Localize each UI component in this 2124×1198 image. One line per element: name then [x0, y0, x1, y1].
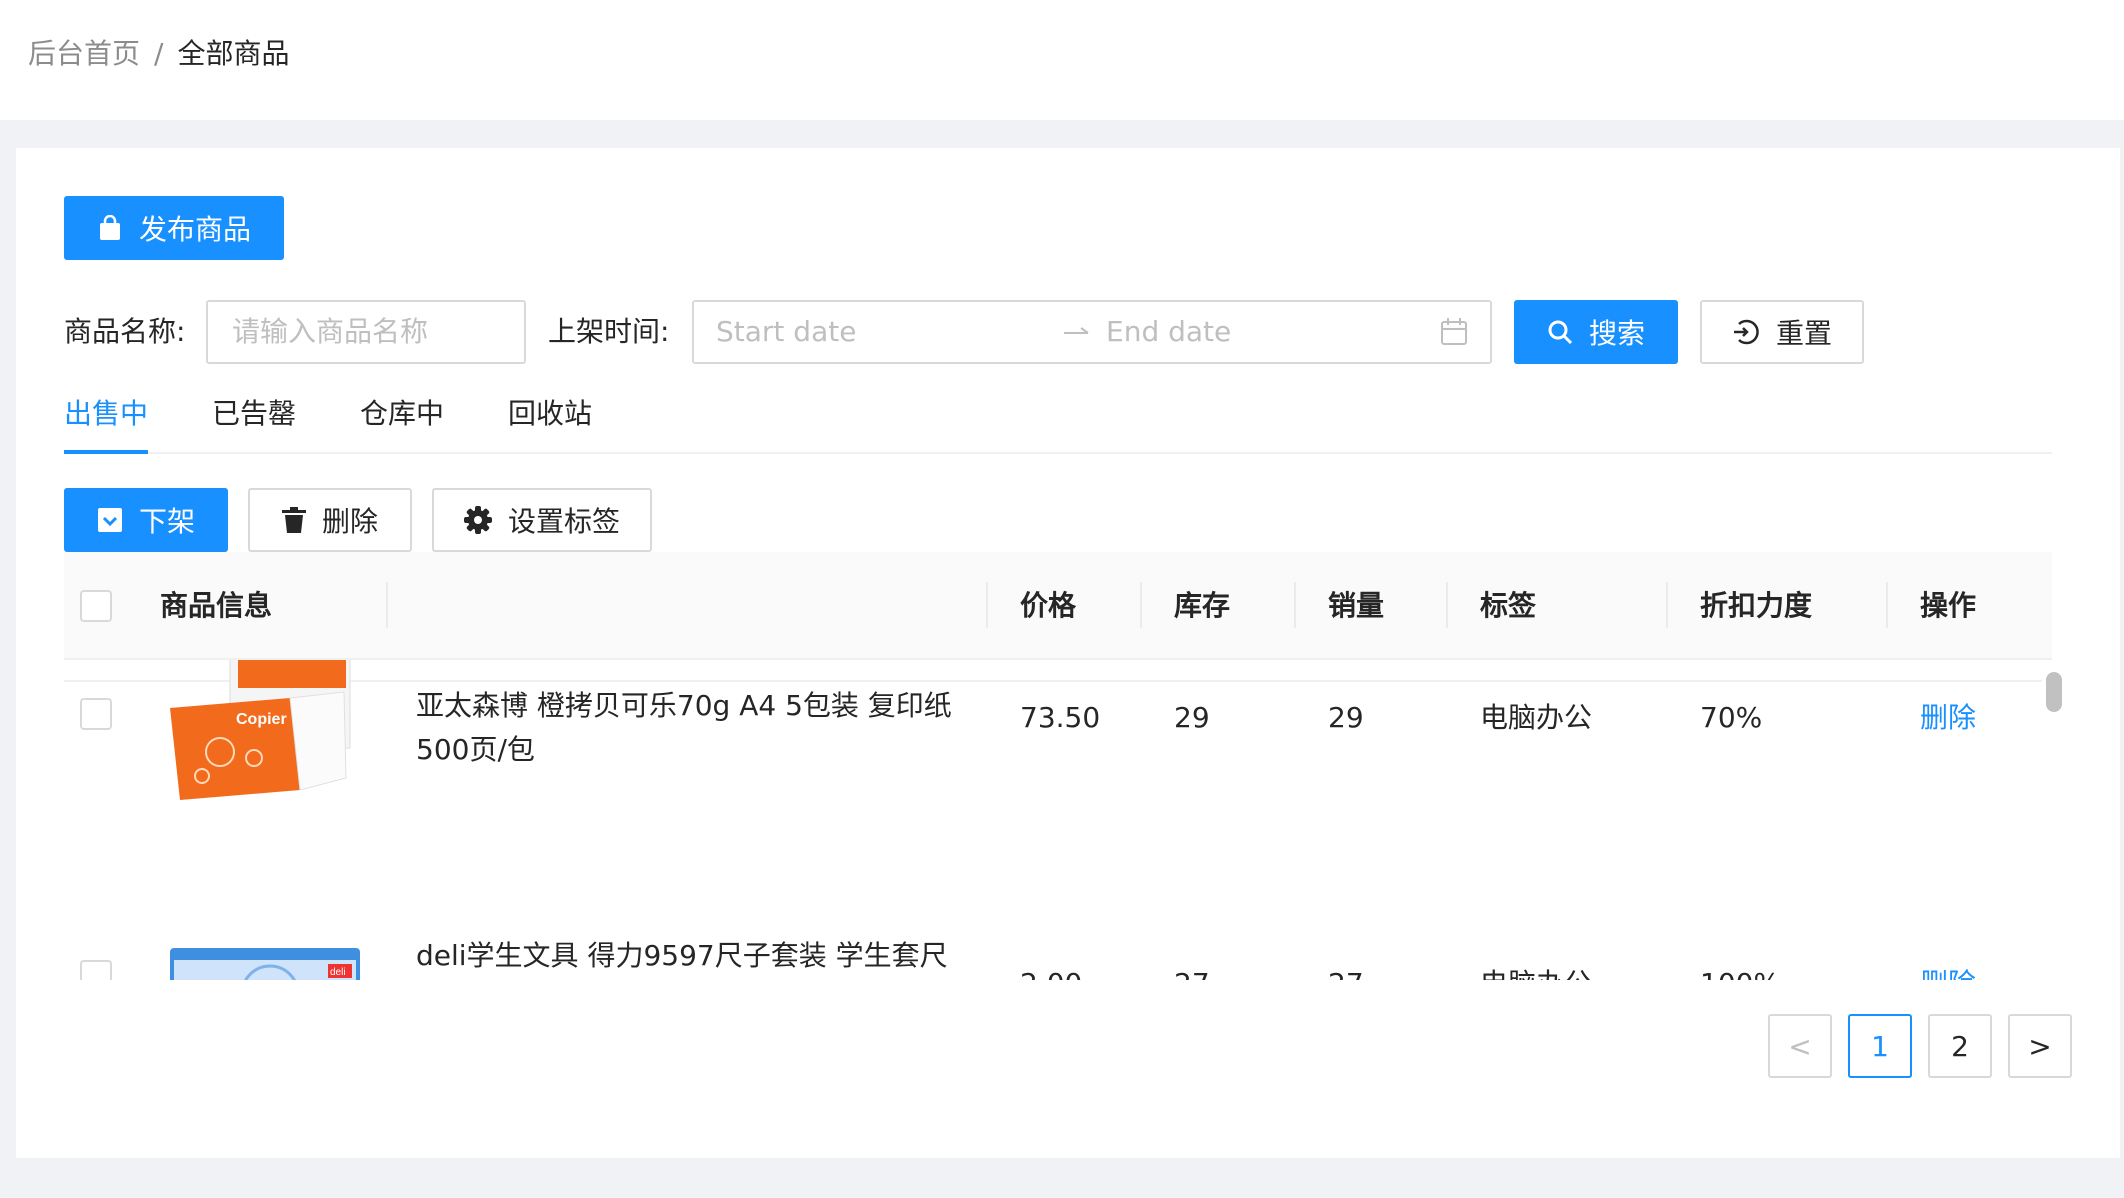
gear-icon	[463, 506, 492, 534]
status-tabs: 出售中 已告罄 仓库中 回收站	[64, 376, 2052, 454]
end-date-input[interactable]: End date	[1106, 302, 1231, 362]
delete-row-link[interactable]: 删除	[1920, 962, 1976, 980]
table-row: deli deli学生文具 得力9597尺子套装 学生套尺 2.00 27 27…	[64, 844, 2042, 980]
product-name-line: 亚太森博 橙拷贝可乐70g A4 5包装 复印纸	[416, 689, 952, 722]
tab-sold-out[interactable]: 已告罄	[212, 392, 296, 432]
column-sales: 销量	[1328, 589, 1385, 622]
trash-icon	[281, 507, 306, 533]
column-divider	[1140, 582, 1142, 628]
search-icon	[1547, 319, 1573, 345]
product-price: 2.00	[1020, 962, 1082, 980]
product-image: Copier	[170, 660, 351, 800]
column-divider	[386, 582, 388, 628]
row-checkbox[interactable]	[80, 698, 112, 730]
column-divider	[1886, 582, 1888, 628]
reset-button[interactable]: 重置	[1700, 300, 1864, 364]
column-divider	[1446, 582, 1448, 628]
breadcrumb-bar: 后台首页 / 全部商品	[0, 0, 2124, 120]
product-discount: 70%	[1700, 701, 1763, 734]
row-checkbox[interactable]	[80, 960, 112, 980]
active-tab-indicator	[64, 450, 148, 454]
check-square-icon	[97, 507, 123, 533]
offline-button-label: 下架	[138, 505, 195, 538]
set-tag-label: 设置标签	[507, 505, 620, 538]
pagination-page-1[interactable]: 1	[1848, 1014, 1912, 1078]
publish-product-button[interactable]: 发布商品	[64, 196, 284, 260]
product-price: 73.50	[1020, 701, 1101, 734]
product-tag: 电脑办公	[1480, 962, 1592, 980]
breadcrumb-current: 全部商品	[177, 37, 290, 70]
column-stock: 库存	[1174, 589, 1231, 622]
pagination-next-button[interactable]: >	[2008, 1014, 2072, 1078]
table-scrollbar[interactable]	[2046, 672, 2062, 712]
table-body[interactable]: Copier 亚太森博 橙拷贝可乐70g A4 5包装 复印纸 500页/包 7…	[64, 660, 2052, 980]
search-button-label: 搜索	[1588, 317, 1645, 350]
column-divider	[1666, 582, 1668, 628]
start-date-input[interactable]: Start date	[716, 302, 856, 362]
product-discount: 100%	[1700, 962, 1780, 980]
range-arrow-icon	[1062, 302, 1092, 383]
column-divider	[1294, 582, 1296, 628]
breadcrumb-home[interactable]: 后台首页	[28, 37, 140, 70]
column-discount: 折扣力度	[1700, 589, 1813, 622]
table-header: 商品信息 价格 库存 销量 标签 折扣力度 操作	[64, 552, 2052, 660]
reset-icon	[1732, 318, 1760, 346]
table-row: Copier 亚太森博 橙拷贝可乐70g A4 5包装 复印纸 500页/包 7…	[64, 660, 2042, 800]
product-sales: 27	[1328, 962, 1364, 980]
column-price: 价格	[1020, 589, 1077, 622]
delete-batch-label: 删除	[321, 505, 378, 538]
tab-warehouse[interactable]: 仓库中	[360, 392, 444, 432]
offline-button[interactable]: 下架	[64, 488, 228, 552]
date-range-picker[interactable]: Start date End date	[692, 300, 1492, 364]
delete-row-link[interactable]: 删除	[1920, 696, 1976, 740]
product-name-line: 500页/包	[416, 733, 535, 766]
reset-button-label: 重置	[1775, 317, 1832, 350]
product-image-brand: Copier	[236, 711, 287, 728]
calendar-icon	[1440, 302, 1468, 383]
pagination-prev-button[interactable]: <	[1768, 1014, 1832, 1078]
tab-on-sale[interactable]: 出售中	[64, 392, 148, 432]
product-image: deli	[170, 948, 360, 980]
listing-time-label: 上架时间:	[548, 315, 670, 348]
tab-recycle-bin[interactable]: 回收站	[508, 392, 592, 432]
product-name-input[interactable]	[206, 300, 526, 364]
product-sales: 29	[1328, 701, 1364, 734]
product-name-line: deli学生文具 得力9597尺子套装 学生套尺	[416, 939, 948, 972]
delete-batch-button[interactable]: 删除	[248, 488, 412, 552]
shopping-bag-icon	[97, 215, 123, 241]
pagination-page-2[interactable]: 2	[1928, 1014, 1992, 1078]
product-stock: 29	[1174, 701, 1210, 734]
column-product-info: 商品信息	[160, 589, 273, 622]
column-tag: 标签	[1480, 589, 1537, 622]
product-image-brand: deli	[330, 967, 346, 978]
publish-product-label: 发布商品	[138, 213, 251, 246]
search-button[interactable]: 搜索	[1514, 300, 1678, 364]
breadcrumb-separator: /	[154, 37, 164, 70]
column-operation: 操作	[1920, 589, 1977, 622]
breadcrumb: 后台首页 / 全部商品	[28, 36, 289, 72]
product-stock: 27	[1174, 962, 1210, 980]
column-divider	[986, 582, 988, 628]
select-all-checkbox[interactable]	[80, 590, 112, 622]
product-tag: 电脑办公	[1480, 701, 1593, 734]
set-tag-button[interactable]: 设置标签	[432, 488, 652, 552]
product-name-label: 商品名称:	[64, 315, 186, 348]
